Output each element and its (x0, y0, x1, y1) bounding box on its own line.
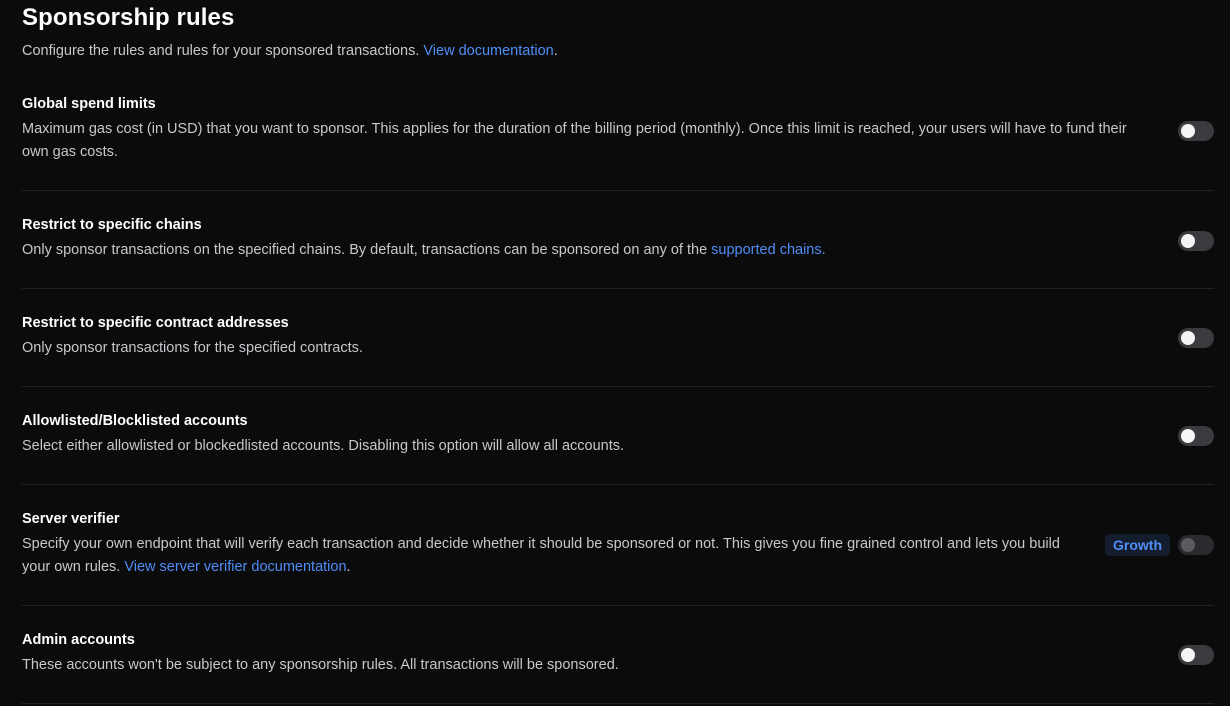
rule-description: These accounts won't be subject to any s… (22, 657, 619, 673)
rule-title: Restrict to specific contract addresses (22, 315, 289, 331)
rule-restrict-contracts: Restrict to specific contract addresses … (22, 289, 1214, 387)
rule-title: Allowlisted/Blocklisted accounts (22, 413, 248, 429)
restrict-chains-toggle[interactable] (1178, 231, 1214, 251)
global-spend-limits-toggle[interactable] (1178, 121, 1214, 141)
supported-chains-link[interactable]: supported chains. (711, 242, 825, 258)
view-documentation-link[interactable]: View documentation (423, 43, 553, 59)
rule-global-spend-limits: Global spend limits Maximum gas cost (in… (22, 78, 1214, 191)
subtitle-end: . (553, 43, 558, 59)
page-title: Sponsorship rules (22, 4, 235, 31)
server-verifier-toggle[interactable] (1178, 535, 1214, 555)
rule-description-text: Only sponsor transactions on the specifi… (22, 242, 708, 258)
page-subtitle: Configure the rules and rules for your s… (22, 42, 1214, 60)
rule-description: Specify your own endpoint that will veri… (22, 533, 1092, 579)
toggle-knob (1181, 429, 1195, 443)
rule-description: Select either allowlisted or blockedlist… (22, 438, 625, 454)
rule-description: Maximum gas cost (in USD) that you want … (22, 121, 1127, 160)
rule-title: Admin accounts (22, 632, 135, 648)
toggle-knob (1181, 331, 1195, 345)
sponsorship-rules-page: Sponsorship rules Configure the rules an… (0, 0, 1230, 706)
rule-server-verifier: Server verifier Specify your own endpoin… (22, 485, 1214, 606)
allowlist-blocklist-toggle[interactable] (1178, 426, 1214, 446)
rule-title: Server verifier (22, 511, 120, 527)
rule-restrict-chains: Restrict to specific chains Only sponsor… (22, 191, 1214, 289)
admin-accounts-toggle[interactable] (1178, 645, 1214, 665)
rule-description: Only sponsor transactions for the specif… (22, 340, 363, 356)
restrict-contracts-toggle[interactable] (1178, 328, 1214, 348)
subtitle-text: Configure the rules and rules for your s… (22, 43, 420, 59)
rule-admin-accounts: Admin accounts These accounts won't be s… (22, 606, 1214, 704)
rule-description: Only sponsor transactions on the specifi… (22, 239, 1150, 262)
toggle-knob (1181, 648, 1195, 662)
view-server-verifier-documentation-link[interactable]: View server verifier documentation (124, 559, 346, 575)
toggle-knob (1181, 124, 1195, 138)
growth-plan-badge: Growth (1105, 534, 1170, 556)
rule-title: Global spend limits (22, 96, 156, 112)
toggle-knob (1181, 538, 1195, 552)
toggle-knob (1181, 234, 1195, 248)
rule-description-end: . (346, 559, 351, 575)
rule-title: Restrict to specific chains (22, 217, 202, 233)
rule-allowlist-blocklist: Allowlisted/Blocklisted accounts Select … (22, 387, 1214, 485)
